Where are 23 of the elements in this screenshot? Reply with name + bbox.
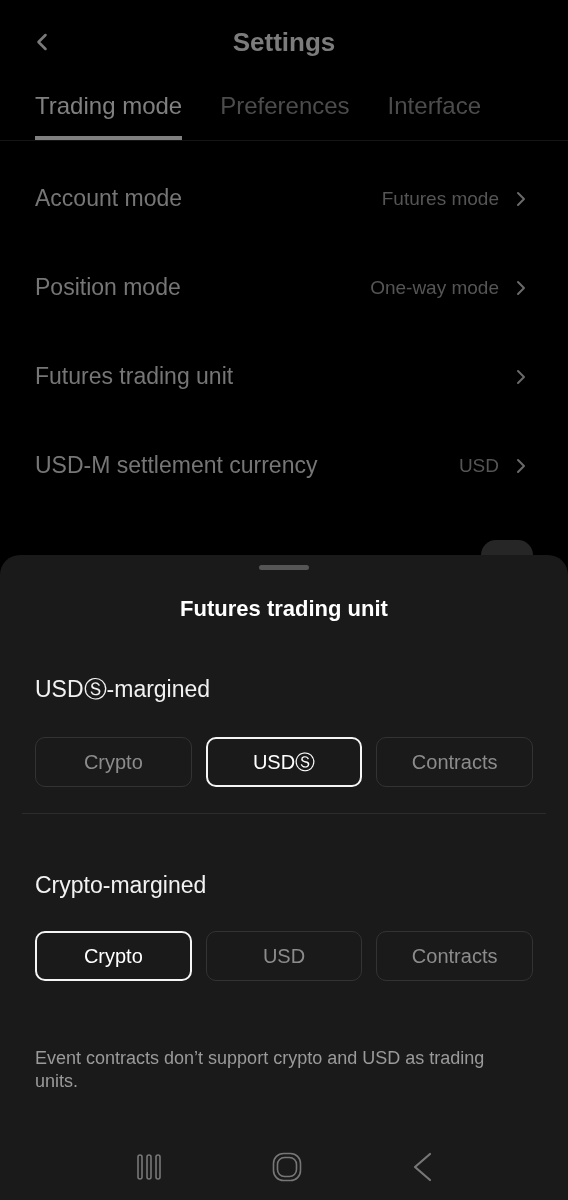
unit-option[interactable]: Contracts <box>376 931 533 981</box>
tab[interactable]: Trading mode <box>35 84 183 140</box>
unit-option[interactable]: Contracts <box>376 737 533 787</box>
sheet-title: Futures trading unit <box>179 596 389 622</box>
setting-value: One-way mode <box>370 276 499 299</box>
home-icon[interactable] <box>272 1152 302 1182</box>
unit-option[interactable]: USD <box>205 931 363 981</box>
setting-label: Account mode <box>35 185 183 212</box>
back-icon[interactable] <box>411 1152 434 1182</box>
unit-option[interactable]: USDⓈ <box>205 737 363 787</box>
setting-label: Futures trading unit <box>35 363 234 390</box>
recent-apps-icon[interactable] <box>134 1153 163 1181</box>
setting-value: USD <box>458 454 499 477</box>
unit-option[interactable]: Crypto <box>35 931 192 981</box>
setting-value: Futures mode <box>381 187 499 210</box>
drag-handle[interactable] <box>259 565 309 570</box>
section-label: USDⓈ-margined <box>35 675 212 704</box>
setting-label: USD-M settlement currency <box>35 452 318 479</box>
setting-label: Position mode <box>35 274 181 301</box>
section-label: Crypto-margined <box>35 872 208 899</box>
page-title: Settings <box>232 26 336 58</box>
note-text: Event contracts don’t support crypto and USD as trading units. <box>35 1047 486 1093</box>
unit-option[interactable]: Crypto <box>35 737 192 787</box>
